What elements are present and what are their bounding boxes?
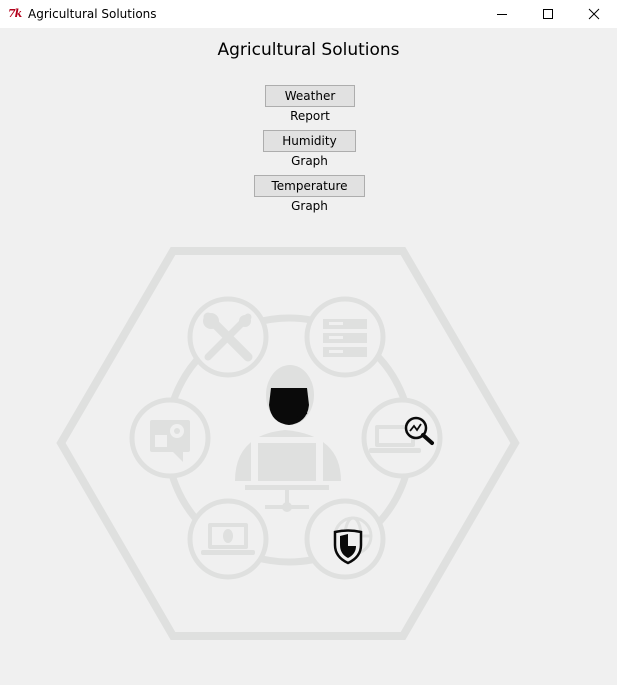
bug-laptop-icon xyxy=(201,523,255,555)
node-settings xyxy=(129,397,211,479)
node-server xyxy=(304,296,386,378)
minimize-button[interactable] xyxy=(479,0,525,28)
weather-report-button[interactable]: Weather Report xyxy=(265,85,355,123)
server-icon xyxy=(323,319,367,357)
tk-feather-icon: 7k xyxy=(8,7,22,20)
node-analytics xyxy=(361,397,443,479)
support-person-icon xyxy=(235,365,341,512)
global-security-icon xyxy=(333,529,363,565)
maximize-icon xyxy=(543,9,553,19)
minimize-icon xyxy=(497,14,507,15)
page-title: Agricultural Solutions xyxy=(217,40,400,60)
node-tools xyxy=(187,296,269,378)
support-network-illustration xyxy=(56,247,520,640)
title-bar[interactable]: 7k Agricultural Solutions xyxy=(0,0,617,28)
window-title: Agricultural Solutions xyxy=(28,7,157,21)
app-window: 7k Agricultural Solutions Agricultural S xyxy=(0,0,617,685)
close-icon xyxy=(588,8,600,20)
node-bug-laptop xyxy=(187,498,269,580)
maximize-button[interactable] xyxy=(525,0,571,28)
node-security xyxy=(304,498,386,580)
temperature-graph-button[interactable]: Temperature Graph xyxy=(254,175,365,213)
window-controls xyxy=(479,0,617,28)
humidity-graph-button[interactable]: Humidity Graph xyxy=(263,130,356,168)
close-button[interactable] xyxy=(571,0,617,28)
